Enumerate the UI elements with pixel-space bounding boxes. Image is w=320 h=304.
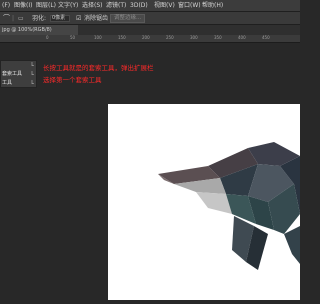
ruler-tick: 0 <box>46 35 49 40</box>
tool-label: 工具 <box>2 80 13 86</box>
ruler-tick: 300 <box>190 35 198 40</box>
dolphin-image <box>158 142 300 270</box>
menu-bar: (F) 图像(I) 图层(L) 文字(Y) 选择(S) 滤镜(T) 3D(D) … <box>0 0 300 12</box>
ruler-tick: 150 <box>118 35 126 40</box>
lasso-icon[interactable]: ⌒ <box>3 12 10 24</box>
ruler-tick: 200 <box>142 35 150 40</box>
antialias-label: 消除锯齿 <box>84 15 109 22</box>
tool-shortcut: L <box>31 62 34 68</box>
menu-item-filter[interactable]: 滤镜(T) <box>106 0 126 11</box>
tool-polygonal-lasso[interactable]: 套索工具 L <box>2 70 36 79</box>
annotation-line-1: 长按工具就是的套索工具，弹出扩展栏 <box>43 64 154 72</box>
menu-item-view[interactable]: 视图(V) <box>154 0 175 11</box>
menu-item-file[interactable]: (F) <box>2 0 10 11</box>
ruler-tick: 400 <box>238 35 246 40</box>
tool-label: 套索工具 <box>2 71 23 77</box>
annotation-line-2: 选择第一个套索工具 <box>43 76 102 84</box>
antialias-checkbox[interactable]: ☑ <box>76 12 81 24</box>
menu-item-layer[interactable]: 图层(L) <box>36 0 56 11</box>
menu-item-3d[interactable]: 3D(D) <box>130 0 148 11</box>
tool-shortcut: L <box>31 80 34 86</box>
horizontal-ruler: 0 50 100 150 200 250 300 350 400 450 <box>0 35 300 43</box>
selection-mode-icon[interactable]: ▭ <box>18 12 24 24</box>
menu-item-type[interactable]: 文字(Y) <box>58 0 78 11</box>
document-canvas[interactable] <box>108 104 300 300</box>
menu-item-window[interactable]: 窗口(W) <box>178 0 201 11</box>
menu-item-select[interactable]: 选择(S) <box>82 0 103 11</box>
lasso-tool-flyout: L 套索工具 L 工具 L <box>0 60 37 88</box>
tool-lasso[interactable]: L <box>2 61 36 70</box>
options-bar: ⌒ | ▭ 羽化: 0像素 ☑ 消除锯齿 调整边缘... <box>0 12 300 25</box>
ruler-tick: 250 <box>166 35 174 40</box>
document-tab[interactable]: jpg @ 100%(RGB/8) <box>0 25 78 35</box>
menu-item-help[interactable]: 帮助(H) <box>202 0 223 11</box>
separator: | <box>12 15 15 22</box>
tool-magnetic-lasso[interactable]: 工具 L <box>2 79 36 88</box>
ruler-tick: 50 <box>70 35 76 40</box>
feather-label: 羽化: <box>32 15 47 22</box>
ruler-tick: 350 <box>214 35 222 40</box>
feather-input[interactable]: 0像素 <box>50 15 70 22</box>
tool-shortcut: L <box>31 71 34 77</box>
tab-strip <box>78 25 300 35</box>
ruler-tick: 100 <box>94 35 102 40</box>
adjust-edge-button[interactable]: 调整边缘... <box>110 14 146 23</box>
ruler-tick: 450 <box>262 35 270 40</box>
menu-item-image[interactable]: 图像(I) <box>14 0 32 11</box>
